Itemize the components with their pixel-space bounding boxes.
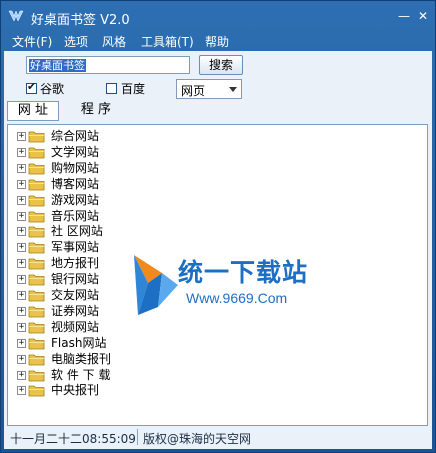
folder-icon (28, 290, 45, 302)
tree-node-label: 交友网站 (51, 288, 100, 302)
expand-plus-icon[interactable]: + (17, 195, 26, 205)
search-button[interactable]: 搜索 (199, 55, 243, 75)
search-input[interactable] (26, 56, 190, 74)
tree-node-label: 社 区网站 (51, 224, 103, 239)
tree-node-label: 地方报刊 (51, 256, 100, 271)
menu-bar: 文件(F) 选项 风格 工具箱(T) 帮助 (1, 31, 435, 51)
tree-node-label: 文学网站 (51, 144, 100, 159)
expand-plus-icon[interactable]: + (17, 211, 26, 221)
tree-node-label: Flash网站 (51, 335, 107, 350)
tree-node-label: 软 件 下 载 (51, 367, 111, 382)
tree-node[interactable]: + 游戏网站 (8, 192, 427, 208)
expand-plus-icon[interactable]: + (17, 243, 26, 253)
folder-icon (28, 195, 45, 206)
tree-node[interactable]: + 博客网站 (8, 176, 427, 192)
tree-node[interactable]: + 文学网站 (8, 144, 427, 160)
expand-plus-icon[interactable]: + (17, 386, 26, 396)
baidu-checkbox[interactable] (106, 83, 117, 94)
google-checkbox-label[interactable]: 谷歌 (40, 80, 64, 97)
tree-node-label: 电脑类报刊 (51, 351, 112, 366)
tree-node[interactable]: + 综合网站 (8, 128, 427, 144)
title-bar[interactable]: 好桌面书签 V2.0 — ✕ (1, 1, 435, 31)
folder-icon (28, 242, 45, 254)
status-datetime: 十一月二十二08:55:09 (10, 432, 136, 446)
app-window: 好桌面书签 V2.0 — ✕ 文件(F) 选项 风格 工具箱(T) 帮助 好桌面… (0, 0, 436, 453)
menu-toolbox[interactable]: 工具箱(T) (141, 33, 194, 50)
tree-node-label: 音乐网站 (51, 208, 100, 223)
expand-plus-icon[interactable]: + (17, 354, 26, 364)
menu-options[interactable]: 选项 (64, 33, 88, 50)
app-logo-icon (8, 10, 24, 22)
menu-file[interactable]: 文件(F) (12, 33, 52, 50)
tree-node[interactable]: + 社 区网站 (8, 223, 427, 239)
folder-icon (28, 385, 45, 397)
google-checkbox[interactable]: ✔ (26, 80, 37, 94)
close-button[interactable]: ✕ (415, 8, 431, 24)
tree-node[interactable]: + 音乐网站 (8, 208, 427, 224)
expand-plus-icon[interactable]: + (17, 227, 26, 237)
folder-icon (28, 258, 45, 270)
folder-icon (28, 211, 45, 222)
folder-icon (28, 306, 45, 318)
folder-icon (28, 338, 45, 350)
folder-icon (28, 179, 45, 191)
tree-node-label: 银行网站 (51, 272, 100, 287)
expand-plus-icon[interactable]: + (17, 338, 26, 348)
status-bar: 十一月二十二08:55:09 版权@珠海的天空网 (7, 428, 428, 446)
tree-node-label: 综合网站 (51, 129, 100, 143)
folder-icon (28, 226, 45, 238)
expand-plus-icon[interactable]: + (17, 322, 26, 332)
baidu-checkbox-label[interactable]: 百度 (121, 80, 145, 97)
expand-plus-icon[interactable]: + (17, 147, 26, 157)
status-divider (137, 429, 138, 445)
tree-node-label: 游戏网站 (51, 192, 100, 207)
tab-programs[interactable]: 程 序 (70, 101, 122, 121)
folder-icon (28, 274, 45, 286)
expand-plus-icon[interactable]: + (17, 259, 26, 269)
watermark-url: Www.9669.Com (186, 290, 288, 306)
chevron-down-icon (229, 87, 237, 92)
bookmark-tree[interactable]: + 综合网站 + 文学网站 + 购物网站 + 博客网站 + 游戏网站 + 音乐网站 + 社 区网站 + 军事网… (7, 124, 428, 426)
tree-node-label: 视频网站 (51, 319, 100, 334)
tree-node-label: 购物网站 (51, 160, 100, 175)
folder-icon (28, 322, 45, 334)
menu-help[interactable]: 帮助 (205, 33, 229, 50)
tree-node-label: 博客网站 (51, 176, 100, 191)
expand-plus-icon[interactable]: + (17, 291, 26, 300)
watermark-title: 统一下载站 (178, 258, 309, 287)
minimize-button[interactable]: — (396, 8, 412, 24)
expand-plus-icon[interactable]: + (17, 163, 26, 173)
status-copyright: 版权@珠海的天空网 (143, 432, 252, 446)
checkmark-icon: ✔ (27, 80, 37, 93)
expand-plus-icon[interactable]: + (17, 132, 26, 141)
tree-node-label: 军事网站 (51, 240, 100, 255)
folder-icon (28, 163, 45, 175)
expand-plus-icon[interactable]: + (17, 370, 26, 380)
watermark-emblem-icon (134, 255, 178, 315)
tree-node[interactable]: + 购物网站 (8, 160, 427, 176)
client-area: 好桌面书签 搜索 ✔ 谷歌 百度 网页 网 址 程 序 +综合网站+文学网站+购… (4, 51, 432, 449)
search-scope-value: 网页 (181, 84, 206, 98)
folder-icon (28, 370, 45, 381)
folder-icon (28, 147, 45, 159)
watermark-logo: 统一下载站 Www.9669.Com (128, 245, 328, 375)
search-scope-select[interactable]: 网页 (176, 79, 242, 99)
expand-plus-icon[interactable]: + (17, 179, 26, 189)
tree-node-label: 证券网站 (51, 303, 100, 318)
folder-icon (28, 354, 45, 365)
expand-plus-icon[interactable]: + (17, 306, 26, 316)
window-title: 好桌面书签 V2.0 (31, 13, 130, 28)
expand-plus-icon[interactable]: + (17, 275, 26, 285)
menu-style[interactable]: 风格 (102, 33, 126, 50)
folder-icon (28, 131, 45, 143)
tree-node[interactable]: + 中央报刊 (8, 382, 427, 398)
tab-urls[interactable]: 网 址 (7, 101, 59, 121)
tree-node-label: 中央报刊 (51, 383, 100, 398)
